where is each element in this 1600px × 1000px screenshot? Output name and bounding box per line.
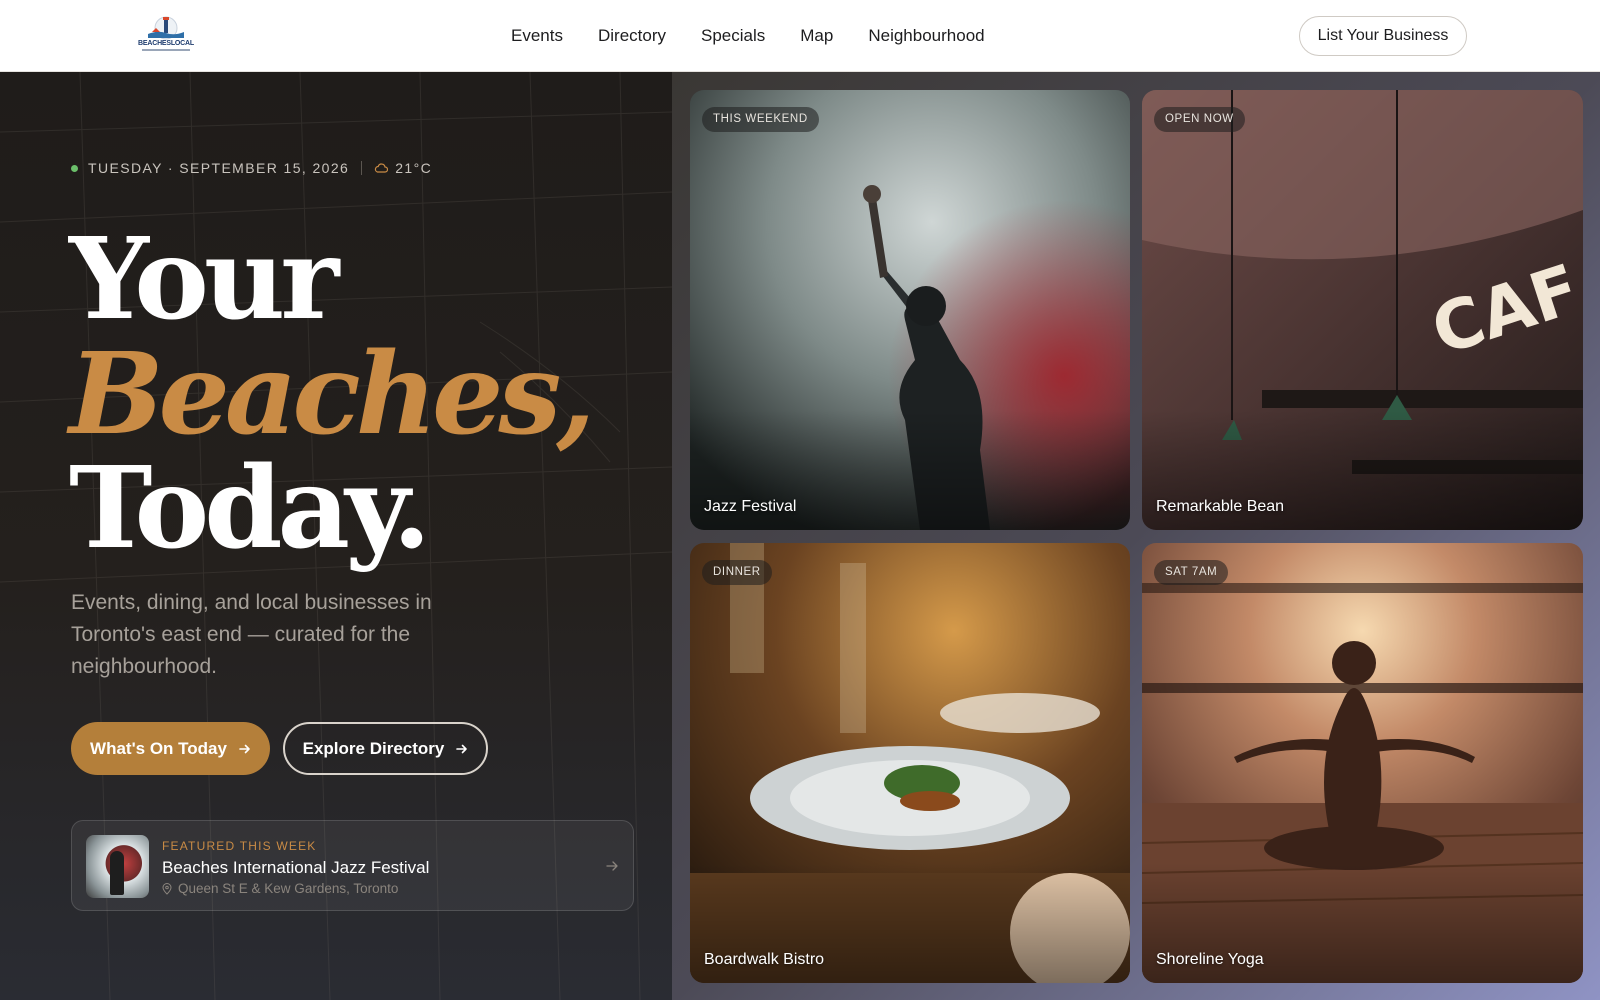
headline-line-3: Today. bbox=[69, 443, 431, 574]
live-status-dot bbox=[71, 164, 78, 172]
nav-events[interactable]: Events bbox=[511, 26, 563, 46]
current-date: TUESDAY · SEPTEMBER 15, 2026 bbox=[88, 160, 350, 176]
card-title: Shoreline Yoga bbox=[1156, 951, 1264, 968]
explore-directory-button[interactable]: Explore Directory bbox=[283, 722, 488, 775]
card-title: Boardwalk Bistro bbox=[704, 951, 825, 968]
temperature: 21°C bbox=[395, 160, 433, 176]
headline-line-2: Beaches, bbox=[69, 329, 595, 460]
site-logo[interactable]: BEACHESLOCAL bbox=[138, 14, 194, 54]
date-weather-bar: TUESDAY · SEPTEMBER 15, 2026 21°C bbox=[71, 160, 432, 176]
featured-kicker: FEATURED THIS WEEK bbox=[162, 839, 317, 853]
card-tag: SAT 7AM bbox=[1154, 560, 1229, 585]
nav-map[interactable]: Map bbox=[800, 26, 833, 46]
logo-wordmark: BEACHESLOCAL bbox=[138, 40, 194, 47]
hero-description: Events, dining, and local businesses in … bbox=[71, 591, 432, 678]
featured-title: Beaches International Jazz Festival bbox=[162, 858, 430, 877]
divider bbox=[361, 161, 363, 175]
arrow-right-icon bbox=[456, 744, 468, 753]
gallery-card-boardwalk-bistro[interactable]: DINNER Boardwalk Bistro bbox=[690, 543, 1130, 983]
gallery-card-shoreline-yoga[interactable]: SAT 7AM Shoreline Yoga bbox=[1142, 543, 1583, 983]
card-tag: THIS WEEKEND bbox=[702, 107, 819, 132]
main-nav: Events Directory Specials Map Neighbourh… bbox=[511, 26, 985, 46]
performer-silhouette bbox=[110, 851, 124, 895]
card-tag: DINNER bbox=[702, 560, 772, 585]
headline-line-1: Your bbox=[69, 214, 339, 345]
nav-neighbourhood[interactable]: Neighbourhood bbox=[868, 26, 984, 46]
explore-directory-label: Explore Directory bbox=[302, 738, 445, 758]
lighthouse-logo-icon bbox=[148, 16, 184, 40]
gallery-card-jazz-festival[interactable]: THIS WEEKEND Jazz Festival bbox=[690, 90, 1130, 530]
card-title: Jazz Festival bbox=[704, 498, 797, 515]
hero-panel: TUESDAY · SEPTEMBER 15, 2026 21°C Your B… bbox=[0, 72, 672, 1000]
list-business-button[interactable]: List Your Business bbox=[1299, 16, 1467, 56]
cloud-icon bbox=[375, 163, 389, 173]
card-title: Remarkable Bean bbox=[1156, 498, 1285, 515]
nav-specials[interactable]: Specials bbox=[701, 26, 765, 46]
site-header: BEACHESLOCAL Events Directory Specials M… bbox=[0, 0, 1600, 72]
arrow-right-icon bbox=[239, 744, 250, 753]
featured-event-card[interactable]: FEATURED THIS WEEK Beaches International… bbox=[71, 820, 634, 911]
featured-location-text: Queen St E & Kew Gardens, Toronto bbox=[178, 881, 399, 896]
location-pin-icon bbox=[162, 882, 172, 895]
featured-event-thumbnail bbox=[86, 835, 149, 898]
card-tag: OPEN NOW bbox=[1154, 107, 1245, 132]
whats-on-today-label: What's On Today bbox=[90, 738, 227, 758]
nav-directory[interactable]: Directory bbox=[598, 26, 666, 46]
logo-tagline bbox=[142, 49, 190, 51]
whats-on-today-button[interactable]: What's On Today bbox=[71, 722, 270, 775]
featured-location: Queen St E & Kew Gardens, Toronto bbox=[162, 881, 398, 896]
gallery-card-remarkable-bean[interactable]: CAF OPEN NOW Remarkable Bean bbox=[1142, 90, 1583, 530]
arrow-right-icon bbox=[606, 861, 618, 871]
